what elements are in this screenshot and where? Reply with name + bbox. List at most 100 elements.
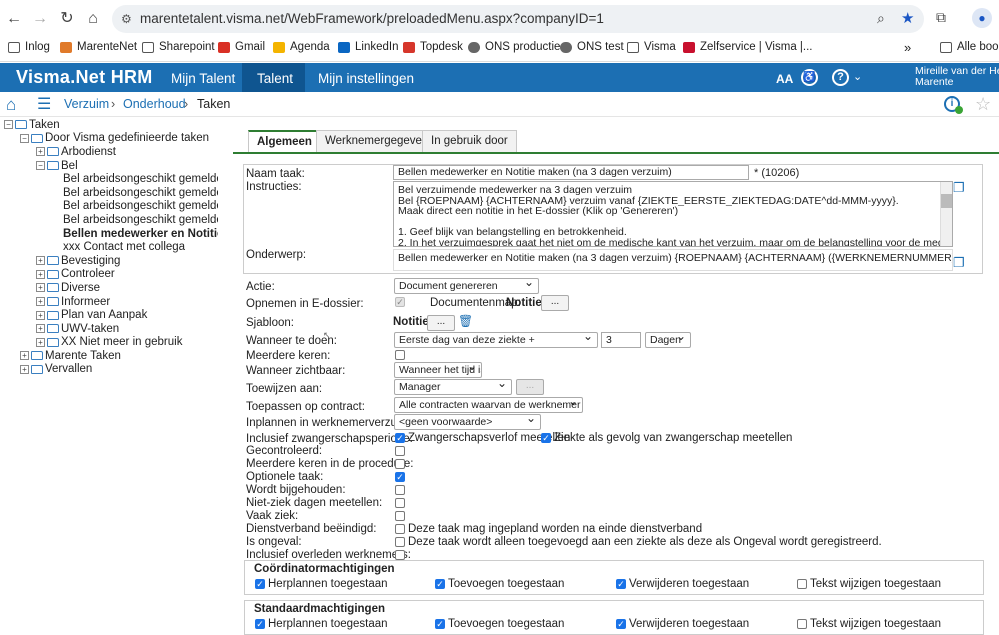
standaard-herplannen-checkbox[interactable]: ✓ [255,619,265,629]
standaard-verwijderen-checkbox[interactable]: ✓ [616,619,626,629]
tree-item[interactable]: + UWV-taken [4,322,218,336]
help-icon[interactable]: ? [832,69,849,86]
menu-mijn-instellingen[interactable]: Mijn instellingen [318,71,414,86]
tree-item[interactable]: + Informeer [4,295,218,309]
scrollbar-thumb[interactable] [941,194,952,208]
bookmark-zelfservice[interactable]: Zelfservice | Visma |... [683,41,812,53]
copy-icon[interactable]: ❐ [953,180,965,196]
favorite-star-icon[interactable]: ☆ [975,94,991,115]
ongeval-checkbox[interactable] [395,537,405,547]
bookmark-linkedin[interactable]: LinkedIn [338,41,398,53]
zoom-icon[interactable]: ⌕ [877,10,885,27]
trash-icon[interactable]: 🗑 [458,314,473,328]
tree-item[interactable]: xxx Contact met collega [4,240,218,254]
vaak-ziek-checkbox[interactable] [395,511,405,521]
expand-icon[interactable]: + [36,269,45,279]
inplannen-select[interactable]: <geen voorwaarde> [394,414,541,430]
more-bookmarks-icon[interactable]: » [904,40,911,55]
sjabloon-browse-button[interactable]: ... [427,315,455,331]
wanneer-select[interactable]: Eerste dag van deze ziekte + [394,332,598,348]
site-info-icon[interactable]: ⚙ [121,12,132,26]
breadcrumb-verzuim[interactable]: Verzuim [64,97,109,111]
onderwerp-input[interactable]: Bellen medewerker en Notitie maken (na 3… [393,249,953,271]
bookmark-star-icon[interactable]: ★ [901,9,914,27]
expand-icon[interactable]: + [20,364,29,374]
bookmark-sharepoint[interactable]: Sharepoint [142,41,215,53]
home-icon[interactable]: ⌂ [6,95,16,115]
bookmark-agenda[interactable]: Agenda [273,41,330,53]
tree-item[interactable]: − Bel [4,159,218,173]
tree-item[interactable]: + XX Niet meer in gebruik [4,336,218,350]
standaard-tekst-checkbox[interactable] [797,619,807,629]
expand-icon[interactable]: + [36,310,45,320]
zichtbaar-select[interactable]: Wanneer het tijd is [394,362,482,378]
documentenmap-browse-button[interactable]: ... [541,295,569,311]
textarea-scrollbar[interactable] [940,182,952,246]
wanneer-count-input[interactable]: 3 [601,332,641,348]
url-text[interactable]: marentetalent.visma.net/WebFramework/pre… [140,11,604,26]
toewijzen-select[interactable]: Manager [394,379,512,395]
collapse-icon[interactable]: − [4,120,13,130]
meerdere-checkbox[interactable] [395,350,405,360]
breadcrumb-onderhoud[interactable]: Onderhoud [123,97,186,111]
coordinator-toevoegen-checkbox[interactable]: ✓ [435,579,445,589]
optionele-checkbox[interactable]: ✓ [395,472,405,482]
user-menu[interactable]: Mireille van der HeidMarente [915,66,999,88]
coordinator-tekst-checkbox[interactable] [797,579,807,589]
tree-item[interactable]: Bel arbeidsongeschikt gemelde medew [4,213,218,227]
bookmark-gmail[interactable]: Gmail [218,41,265,53]
expand-icon[interactable]: + [36,297,45,307]
actie-select[interactable]: Document genereren [394,278,539,294]
expand-icon[interactable]: + [36,256,45,266]
tree-item[interactable]: − Door Visma gedefinieerde taken [4,132,218,146]
app-brand[interactable]: Visma.Net HRM [16,67,153,88]
expand-icon[interactable]: + [36,337,45,347]
copy-icon[interactable]: ❐ [953,255,965,271]
tree-item[interactable]: + Diverse [4,281,218,295]
expand-icon[interactable]: + [36,147,45,157]
toepassen-select[interactable]: Alle contracten waarvan de werknemer zie… [394,397,583,413]
text-size-icon[interactable]: AA [776,72,793,86]
chevron-down-icon[interactable]: ⌄ [853,70,862,83]
reload-icon[interactable]: ↻ [57,9,77,29]
opnemen-checkbox[interactable]: ✓ [395,297,405,307]
ziekte-zwangerschap-checkbox[interactable]: ✓ [541,433,551,443]
extensions-icon[interactable]: ⧉ [936,9,946,26]
wanneer-unit-select[interactable]: Dagen [645,332,691,348]
toewijzen-browse-button[interactable]: ... [516,379,544,395]
coordinator-verwijderen-checkbox[interactable]: ✓ [616,579,626,589]
naam-input[interactable]: Bellen medewerker en Notitie maken (na 3… [393,165,749,180]
bookmark-visma[interactable]: Visma [627,41,676,53]
collapse-icon[interactable]: − [20,133,29,143]
bookmark-inlog[interactable]: Inlog [8,41,50,53]
bookmark-ons-productie[interactable]: ONS productie [468,41,560,53]
tree-item[interactable]: + Arbodienst [4,145,218,159]
accessibility-icon[interactable]: ♿ [801,69,818,86]
bookmark-marentenet[interactable]: MarenteNet [60,41,137,53]
overleden-checkbox[interactable] [395,550,405,560]
home-icon[interactable]: ⌂ [83,9,103,29]
profile-icon[interactable]: ● [972,8,992,28]
tree-item[interactable]: Bel arbeidsongeschikt gemelde medew [4,200,218,214]
meerdere-procedure-checkbox[interactable] [395,459,405,469]
bijgehouden-checkbox[interactable] [395,485,405,495]
bookmark-ons-test[interactable]: ONS test [560,41,624,53]
tab-in-gebruik-door[interactable]: In gebruik door [422,130,517,152]
forward-icon[interactable]: → [30,9,50,29]
menu-mijn-talent[interactable]: Mijn Talent [171,71,235,86]
zwangerschapsverlof-checkbox[interactable]: ✓ [395,433,405,443]
bookmark-all[interactable]: Alle bookm [940,41,999,53]
collapse-icon[interactable]: − [36,161,45,171]
tree-item[interactable]: − Taken [4,118,218,132]
standaard-toevoegen-checkbox[interactable]: ✓ [435,619,445,629]
hamburger-menu-icon[interactable]: ☰ [37,94,51,114]
gecontroleerd-checkbox[interactable] [395,446,405,456]
dienstverband-checkbox[interactable] [395,524,405,534]
tree-item[interactable]: + Bevestiging [4,254,218,268]
tree-item[interactable]: Bellen medewerker en Notitie mak [4,227,218,241]
tree-item[interactable]: Bel arbeidsongeschikt gemelde medew [4,186,218,200]
instructies-textarea[interactable]: Bel verzuimende medewerker na 3 dagen ve… [393,181,953,247]
expand-icon[interactable]: + [36,324,45,334]
tab-algemeen[interactable]: Algemeen [248,130,321,153]
bookmark-topdesk[interactable]: Topdesk [403,41,463,53]
